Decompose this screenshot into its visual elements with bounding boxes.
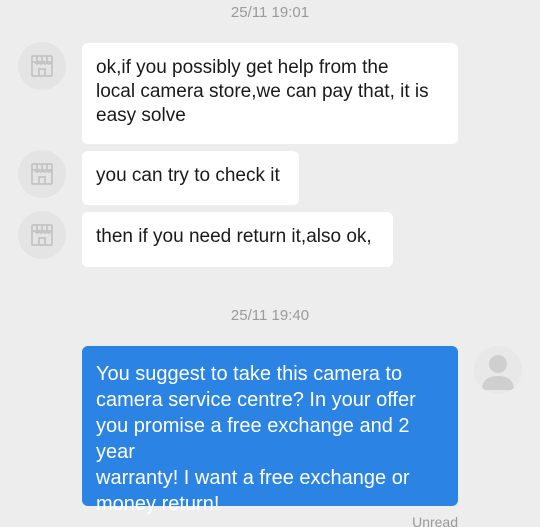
- message-bubble-outgoing[interactable]: You suggest to take this camera to camer…: [82, 346, 458, 515]
- user-avatar[interactable]: [474, 346, 522, 394]
- message-bubble[interactable]: then if you need return it,also ok,: [82, 212, 393, 267]
- person-icon: [482, 355, 514, 390]
- store-icon: [31, 224, 53, 246]
- store-icon: [31, 163, 53, 185]
- timestamp: 25/11 19:40: [230, 307, 310, 324]
- seller-avatar[interactable]: [18, 211, 66, 259]
- seller-avatar[interactable]: [18, 150, 66, 198]
- store-icon: [31, 55, 53, 77]
- seller-avatar[interactable]: [18, 42, 66, 90]
- timestamp: 25/11 19:01: [230, 4, 310, 21]
- message-bubble[interactable]: ok,if you possibly get help from the loc…: [82, 43, 458, 144]
- read-status: Unread: [412, 514, 458, 527]
- message-bubble[interactable]: you can try to check it: [82, 151, 299, 205]
